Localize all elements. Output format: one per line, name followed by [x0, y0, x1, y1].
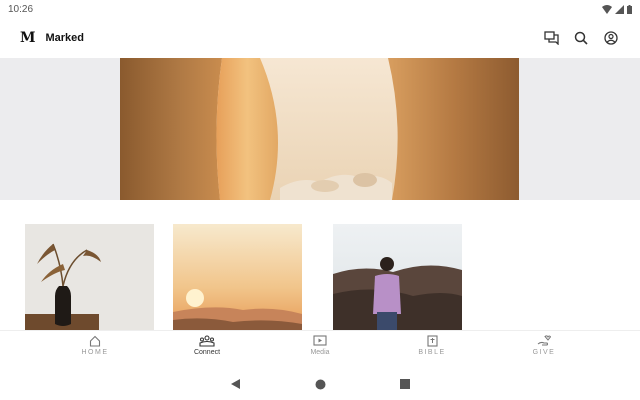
- nav-item-give[interactable]: GIVE: [504, 335, 584, 356]
- wifi-icon: [602, 4, 612, 14]
- logo-mark: M: [20, 30, 36, 46]
- chat-icon[interactable]: [542, 29, 560, 47]
- nav-item-media[interactable]: Media: [280, 335, 360, 356]
- app-logo[interactable]: M Marked: [20, 30, 84, 46]
- system-nav-bar: [0, 368, 640, 400]
- recents-icon[interactable]: [400, 379, 410, 389]
- nav-item-home[interactable]: HOME: [55, 335, 135, 356]
- app-title: Marked: [45, 32, 85, 44]
- hero-banner: [0, 58, 640, 200]
- search-icon[interactable]: [572, 29, 590, 47]
- nav-label-media: Media: [310, 349, 330, 356]
- nav-label-connect: Connect: [193, 349, 221, 356]
- nav-item-bible[interactable]: BIBLE: [392, 335, 472, 356]
- bottom-nav: HOME Connect Media BIBLE GIVE: [0, 330, 640, 368]
- play-icon: [313, 335, 327, 346]
- content-card-person[interactable]: [333, 224, 462, 330]
- nav-label-bible: BIBLE: [418, 349, 446, 356]
- content-cards: [0, 224, 640, 330]
- nav-item-connect[interactable]: Connect: [167, 335, 247, 356]
- signal-icon: [615, 4, 624, 14]
- app-bar: M Marked: [0, 18, 640, 58]
- content-card-sunset[interactable]: [173, 224, 302, 330]
- battery-icon: [627, 4, 632, 14]
- hero-image[interactable]: [120, 58, 519, 200]
- account-icon[interactable]: [602, 29, 620, 47]
- nav-label-give: GIVE: [532, 349, 556, 356]
- home-circle-icon[interactable]: [315, 379, 326, 390]
- app-actions: [542, 29, 620, 47]
- status-time: 10:26: [8, 3, 34, 15]
- give-icon: [537, 335, 551, 346]
- people-icon: [199, 335, 215, 347]
- book-icon: [426, 335, 438, 347]
- status-icons: [602, 4, 632, 14]
- back-icon[interactable]: [230, 378, 241, 390]
- content-card-vase[interactable]: [25, 224, 154, 330]
- status-bar: 10:26: [0, 0, 640, 18]
- nav-label-home: HOME: [81, 349, 109, 356]
- home-icon: [89, 335, 101, 347]
